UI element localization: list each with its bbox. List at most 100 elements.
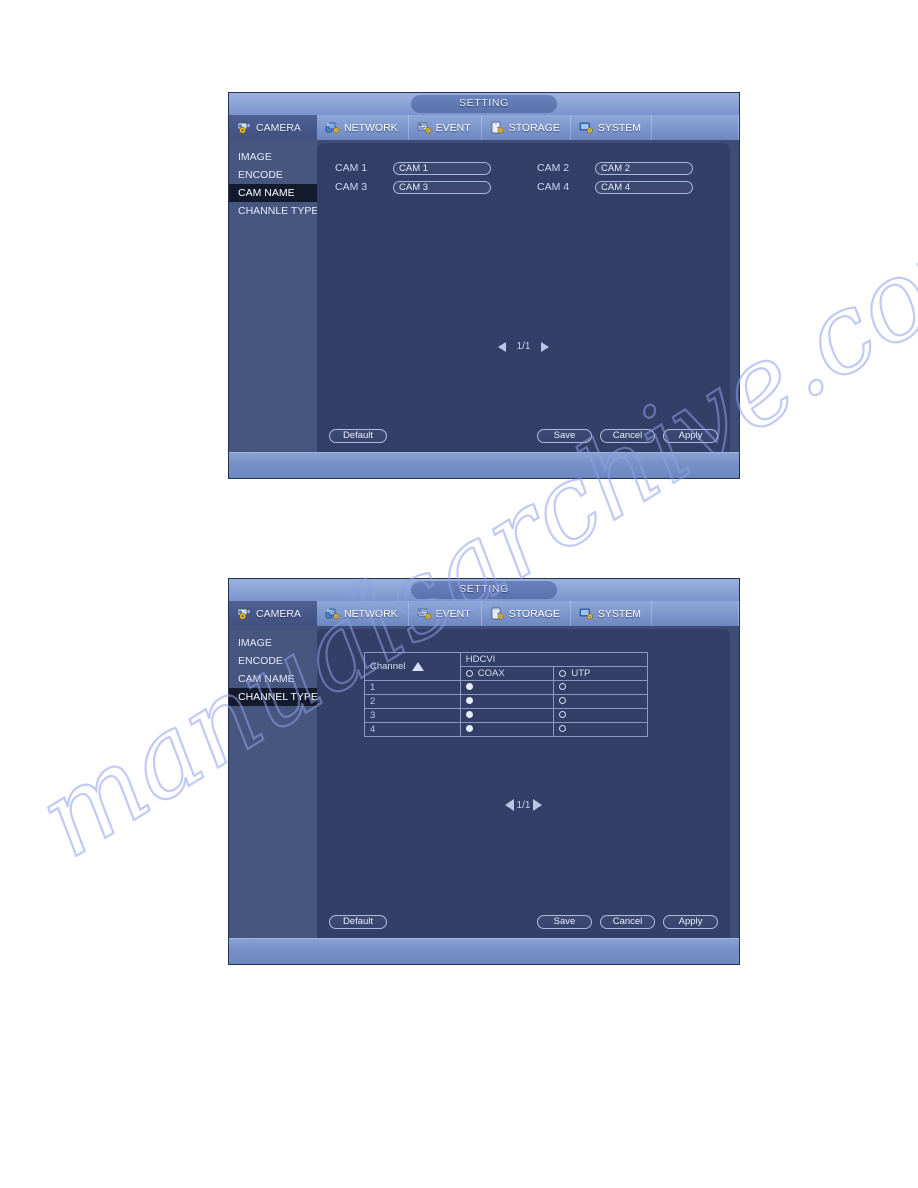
coax-header-radio-icon[interactable]	[465, 670, 473, 677]
utp-column-header[interactable]: UTP	[553, 666, 648, 681]
default-button[interactable]: Default	[329, 429, 387, 443]
cam-name-row-2: CAM 3 CAM 4	[335, 178, 703, 196]
cam4-name-input[interactable]	[595, 180, 693, 194]
storage-gear-icon	[490, 607, 505, 620]
sidebar-item-cam-name[interactable]: CAM NAME	[229, 670, 317, 688]
table-row: 3	[364, 708, 648, 723]
window-footer	[229, 938, 739, 964]
coax-cell[interactable]	[459, 722, 555, 737]
window-body: IMAGE ENCODE CAM NAME CHANNEL TYPE Chann…	[229, 626, 739, 938]
camera-sidebar: IMAGE ENCODE CAM NAME CHANNEL TYPE	[229, 626, 318, 938]
sidebar-item-image-label: IMAGE	[238, 637, 272, 649]
sidebar-item-encode-label: ENCODE	[238, 169, 283, 181]
utp-radio-icon[interactable]	[559, 725, 567, 732]
sidebar-item-channel-type[interactable]: CHANNLE TYPE	[229, 202, 318, 220]
prev-page-arrow-icon[interactable]	[497, 341, 506, 352]
coax-radio-icon[interactable]	[465, 683, 473, 690]
tab-system[interactable]: SYSTEM	[571, 115, 653, 140]
tab-network-label: NETWORK	[344, 121, 398, 134]
camera-gear-icon	[237, 607, 252, 620]
tab-event-label: EVENT	[435, 607, 471, 620]
main-tab-bar: CAMERA NETWORK EVENT STORAGE SYSTEM	[229, 115, 739, 140]
tab-storage[interactable]: STORAGE	[482, 601, 571, 626]
coax-cell[interactable]	[459, 694, 555, 709]
page-indicator: 1/1	[516, 799, 531, 811]
sidebar-item-cam-name-label: CAM NAME	[238, 673, 295, 685]
cam2-name-input[interactable]	[595, 161, 693, 175]
action-button-row: Default Save Cancel Apply	[329, 429, 718, 443]
cam1-label: CAM 1	[335, 162, 368, 174]
coax-column-header[interactable]: COAX	[459, 666, 555, 681]
channel-type-content: Channel HDCVI COAX UTP 1 2 3 4 1/1 Defau…	[317, 629, 730, 938]
tab-storage[interactable]: STORAGE	[482, 115, 571, 140]
apply-button[interactable]: Apply	[663, 915, 718, 929]
coax-radio-icon[interactable]	[465, 725, 473, 732]
next-page-arrow-icon[interactable]	[533, 799, 543, 811]
tab-event[interactable]: EVENT	[409, 115, 482, 140]
channel-column-header[interactable]: Channel	[364, 652, 461, 681]
coax-radio-icon[interactable]	[465, 711, 473, 718]
channel-number: 3	[364, 708, 461, 723]
hdcvi-group-label: HDCVI	[465, 654, 496, 665]
tab-storage-label: STORAGE	[508, 121, 560, 134]
table-header-row-group: Channel HDCVI	[364, 652, 649, 681]
utp-header-radio-icon[interactable]	[559, 670, 567, 677]
cam3-name-input[interactable]	[393, 180, 491, 194]
sort-ascending-icon[interactable]	[412, 662, 425, 671]
utp-cell[interactable]	[553, 708, 648, 723]
window-titlebar: SETTING	[229, 93, 739, 115]
utp-cell[interactable]	[553, 694, 648, 709]
camera-sidebar: IMAGE ENCODE CAM NAME CHANNLE TYPE	[229, 140, 318, 452]
utp-cell[interactable]	[553, 680, 648, 695]
table-row: 4	[364, 722, 648, 737]
action-button-row: Default Save Cancel Apply	[329, 915, 718, 929]
cam1-name-input[interactable]	[393, 161, 491, 175]
sidebar-item-image[interactable]: IMAGE	[229, 148, 317, 166]
system-gear-icon	[579, 607, 594, 620]
cancel-button[interactable]: Cancel	[600, 915, 655, 929]
window-title: SETTING	[411, 581, 557, 599]
apply-button[interactable]: Apply	[663, 429, 718, 443]
tab-event-label: EVENT	[435, 121, 471, 134]
sidebar-item-channel-type[interactable]: CHANNEL TYPE	[229, 688, 318, 706]
channel-number: 4	[364, 722, 461, 737]
sidebar-item-cam-name[interactable]: CAM NAME	[229, 184, 317, 202]
coax-cell[interactable]	[459, 680, 555, 695]
sidebar-item-cam-name-label: CAM NAME	[238, 187, 295, 199]
tab-camera[interactable]: CAMERA	[229, 115, 317, 140]
tab-camera-label: CAMERA	[256, 607, 301, 620]
save-button[interactable]: Save	[537, 429, 592, 443]
tab-network[interactable]: NETWORK	[317, 115, 409, 140]
sidebar-item-encode[interactable]: ENCODE	[229, 652, 317, 670]
tab-camera-label: CAMERA	[256, 121, 301, 134]
prev-page-arrow-icon[interactable]	[504, 799, 514, 811]
setting-window-cam-name: SETTING CAMERA NETWORK EVENT STORAGE SYS…	[228, 92, 740, 479]
utp-radio-icon[interactable]	[559, 697, 567, 704]
tab-storage-label: STORAGE	[508, 607, 560, 620]
event-gear-icon	[417, 607, 432, 620]
table-row: 2	[364, 694, 648, 709]
pagination: 1/1	[317, 341, 730, 352]
next-page-arrow-icon[interactable]	[541, 341, 550, 352]
sidebar-item-encode[interactable]: ENCODE	[229, 166, 317, 184]
default-button[interactable]: Default	[329, 915, 387, 929]
cancel-button[interactable]: Cancel	[600, 429, 655, 443]
tab-event[interactable]: EVENT	[409, 601, 482, 626]
system-gear-icon	[579, 121, 594, 134]
save-button[interactable]: Save	[537, 915, 592, 929]
window-body: IMAGE ENCODE CAM NAME CHANNLE TYPE CAM 1	[229, 140, 739, 452]
tab-system[interactable]: SYSTEM	[571, 601, 653, 626]
utp-radio-icon[interactable]	[559, 711, 567, 718]
tab-network[interactable]: NETWORK	[317, 601, 409, 626]
sidebar-item-encode-label: ENCODE	[238, 655, 283, 667]
coax-radio-icon[interactable]	[465, 697, 473, 704]
tab-camera[interactable]: CAMERA	[229, 601, 317, 626]
camera-name-grid: CAM 1 CAM 2 CAM 3 CAM 4	[335, 159, 703, 197]
utp-radio-icon[interactable]	[559, 683, 567, 690]
sidebar-item-image[interactable]: IMAGE	[229, 634, 317, 652]
utp-cell[interactable]	[553, 722, 648, 737]
coax-cell[interactable]	[459, 708, 555, 723]
tab-network-label: NETWORK	[344, 607, 398, 620]
main-tab-bar: CAMERA NETWORK EVENT STORAGE SYSTEM	[229, 601, 739, 626]
utp-header-label: UTP	[571, 668, 591, 679]
